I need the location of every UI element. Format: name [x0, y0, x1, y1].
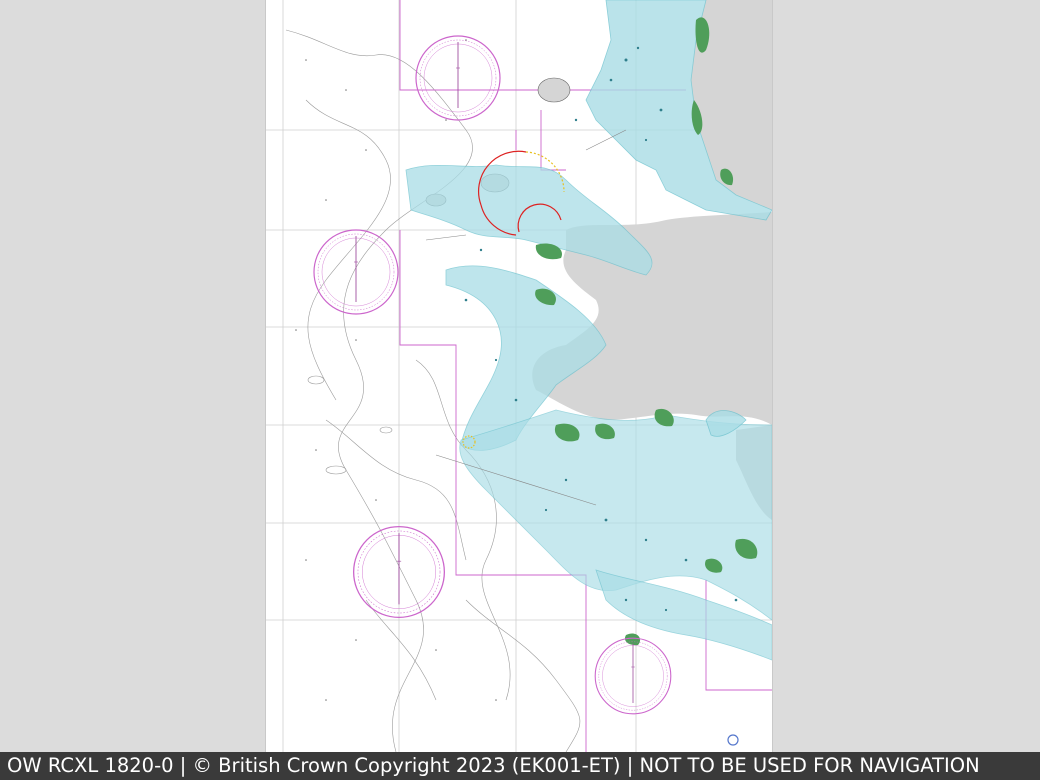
compass-rose-icon	[594, 637, 672, 715]
copyright-caption: OW RCXL 1820-0 | © British Crown Copyrig…	[0, 752, 1040, 780]
nautical-chart-sheet[interactable]	[266, 0, 772, 752]
compass-rose-icon	[352, 525, 446, 619]
chart-viewer[interactable]: OW RCXL 1820-0 | © British Crown Copyrig…	[0, 0, 1040, 780]
compass-rose-icon	[415, 35, 501, 121]
nautical-chart	[266, 0, 772, 752]
compass-rose-icon	[313, 229, 399, 315]
depth-soundings	[295, 39, 497, 701]
